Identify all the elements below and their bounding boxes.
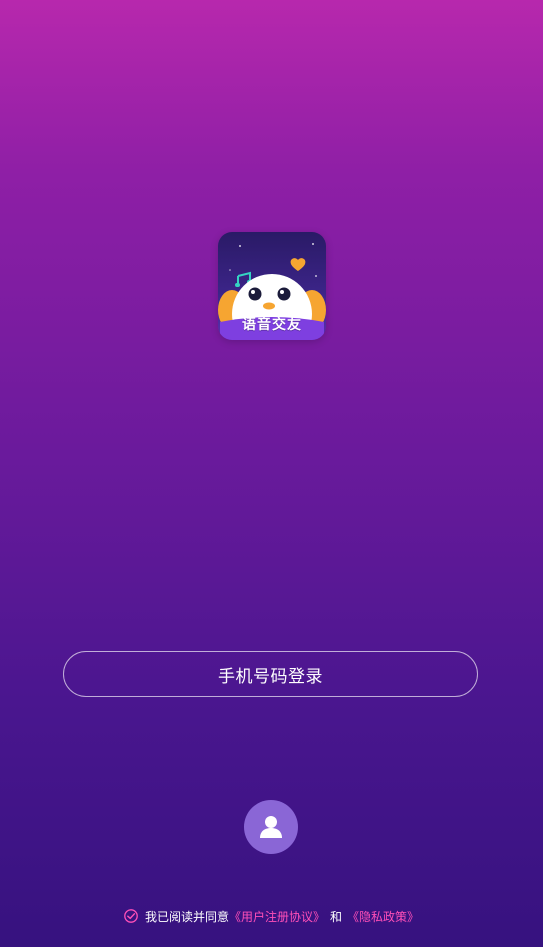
logo-text: 语音交友 (242, 317, 302, 333)
login-screen: 语音交友 手机号码登录 我已阅读并同意 《用户注册协议》 和 《隐私政策》 (0, 0, 543, 947)
app-logo: 语音交友 (218, 232, 326, 340)
user-agreement-link[interactable]: 《用户注册协议》 (229, 908, 325, 925)
agreement-prefix: 我已阅读并同意 (144, 909, 229, 924)
user-icon (260, 816, 282, 838)
privacy-policy-link[interactable]: 《隐私政策》 (347, 908, 419, 925)
agreement-row: 我已阅读并同意 《用户注册协议》 和 《隐私政策》 (0, 906, 543, 926)
guest-login-button[interactable] (244, 800, 298, 854)
phone-login-label: 手机号码登录 (218, 666, 323, 687)
agreement-and: 和 (330, 909, 343, 924)
check-circle-icon[interactable] (124, 909, 138, 923)
phone-login-button[interactable]: 手机号码登录 (63, 651, 478, 697)
